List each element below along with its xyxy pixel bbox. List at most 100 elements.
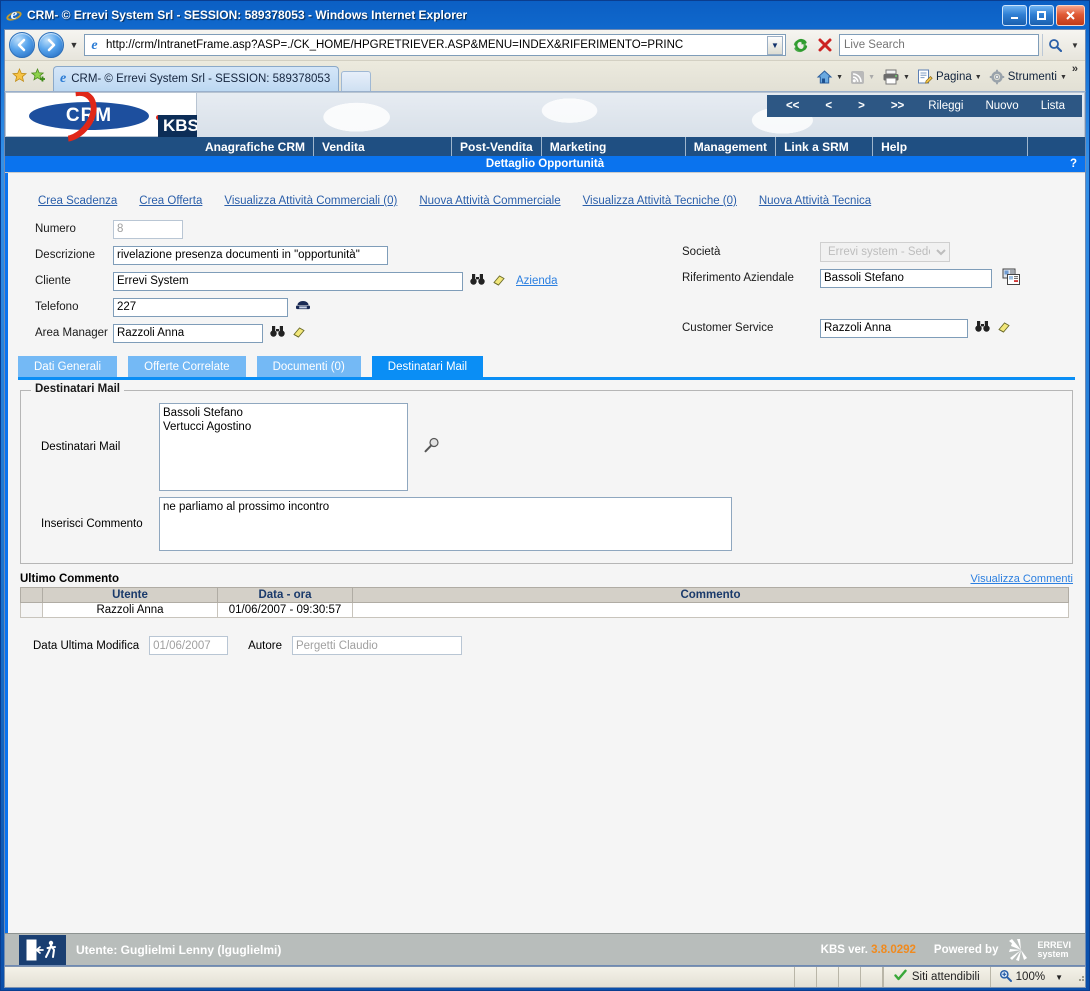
address-input[interactable]: e http://crm/IntranetFrame.asp?ASP=./CK_…: [84, 34, 786, 56]
link-crea-scadenza[interactable]: Crea Scadenza: [38, 195, 117, 207]
nav-last-button[interactable]: >>: [878, 100, 917, 112]
tab-destinatari-mail[interactable]: Destinatari Mail: [371, 356, 484, 377]
label-autore: Autore: [248, 639, 282, 652]
input-customer-service[interactable]: [820, 318, 968, 338]
eraser-clear-icon[interactable]: [491, 273, 506, 289]
textarea-destinatari-mail[interactable]: Bassoli Stefano Vertucci Agostino: [159, 403, 408, 491]
refresh-button[interactable]: [789, 34, 811, 56]
eraser-clear-icon[interactable]: [291, 325, 306, 341]
security-zone-text: Siti attendibili: [911, 971, 980, 983]
eraser-clear-icon[interactable]: [996, 320, 1011, 336]
binoculars-search-icon[interactable]: [270, 325, 285, 341]
zoom-control[interactable]: 100% ▼: [991, 969, 1071, 985]
tools-menu-button[interactable]: Strumenti ▼: [986, 67, 1070, 87]
window-title: CRM- © Errevi System Srl - SESSION: 5893…: [27, 8, 468, 22]
telephone-icon[interactable]: [295, 299, 311, 315]
stop-button[interactable]: [814, 34, 836, 56]
address-dropdown-icon[interactable]: ▼: [767, 35, 783, 55]
maximize-button[interactable]: [1029, 4, 1054, 26]
add-favorites-icon[interactable]: [30, 67, 46, 86]
menu-anagrafiche-crm[interactable]: Anagrafiche CRM: [197, 137, 315, 156]
tab-offerte-correlate[interactable]: Offerte Correlate: [128, 356, 257, 377]
search-dropdown-icon[interactable]: ▼: [1069, 41, 1081, 50]
close-button[interactable]: [1056, 4, 1085, 26]
binoculars-search-icon[interactable]: [470, 273, 485, 289]
link-crea-offerta[interactable]: Crea Offerta: [139, 195, 202, 207]
label-numero: Numero: [35, 223, 76, 235]
select-societa[interactable]: Errevi system - Sede: [820, 242, 950, 262]
menu-post-vendita[interactable]: Post-Vendita: [452, 137, 542, 156]
tab-favicon-icon: e: [60, 71, 67, 86]
reload-button[interactable]: Rileggi: [917, 100, 974, 112]
list-button[interactable]: Lista: [1030, 100, 1076, 112]
print-caret-icon[interactable]: ▼: [903, 74, 910, 81]
new-button[interactable]: Nuovo: [974, 100, 1029, 112]
link-azienda[interactable]: Azienda: [516, 275, 558, 287]
link-visualizza-attivita-tecniche[interactable]: Visualizza Attività Tecniche (0): [583, 195, 737, 207]
binoculars-search-icon[interactable]: [975, 320, 990, 336]
zoom-dropdown-icon[interactable]: ▼: [1055, 973, 1063, 982]
feeds-button[interactable]: ▼: [847, 68, 878, 87]
menu-vendita[interactable]: Vendita: [314, 137, 453, 156]
back-button[interactable]: [9, 32, 35, 58]
magnifier-lookup-icon[interactable]: [423, 437, 440, 457]
nav-prev-button[interactable]: <: [812, 100, 845, 112]
input-telefono[interactable]: [113, 297, 288, 317]
forward-button[interactable]: [38, 32, 64, 58]
page-caret-icon[interactable]: ▼: [975, 74, 982, 81]
menu-link-a-srm[interactable]: Link a SRM: [776, 137, 874, 156]
input-data-ultima-modifica[interactable]: [149, 636, 229, 655]
print-button[interactable]: ▼: [879, 67, 913, 87]
zoom-level-text: 100%: [1015, 971, 1046, 983]
link-visualizza-commenti[interactable]: Visualizza Commenti: [970, 573, 1073, 585]
security-zone[interactable]: Siti attendibili: [882, 967, 991, 987]
link-visualizza-attivita-commerciali[interactable]: Visualizza Attività Commerciali (0): [224, 195, 397, 207]
row-inserisci-commento: Inserisci Commento ne parliamo al prossi…: [31, 497, 1062, 551]
menu-marketing[interactable]: Marketing: [542, 137, 686, 156]
errevi-burst-icon: [1009, 938, 1028, 961]
input-autore[interactable]: [291, 636, 462, 655]
page-menu-button[interactable]: Pagina ▼: [914, 67, 985, 87]
field-area-manager: Area Manager: [8, 321, 668, 345]
input-riferimento-aziendale[interactable]: [820, 268, 992, 288]
search-box[interactable]: [839, 34, 1039, 56]
help-question-icon[interactable]: ?: [1070, 158, 1077, 170]
new-tab-button[interactable]: [341, 71, 372, 91]
menu-management[interactable]: Management: [686, 137, 777, 156]
command-bar: ▼ ▼ ▼ Pagina ▼ Strumenti ▼: [813, 67, 1072, 91]
menu-help[interactable]: Help: [873, 137, 1029, 156]
app-menu-bar: Anagrafiche CRM Vendita Post-Vendita Mar…: [5, 137, 1085, 156]
input-cliente[interactable]: [113, 271, 463, 291]
tab-dati-generali[interactable]: Dati Generali: [18, 356, 129, 377]
label-customer-service: Customer Service: [682, 322, 774, 334]
browser-tab[interactable]: e CRM- © Errevi System Srl - SESSION: 58…: [53, 66, 340, 91]
table-row[interactable]: Razzoli Anna 01/06/2007 - 09:30:57: [20, 602, 1069, 618]
tools-menu-label: Strumenti: [1007, 71, 1057, 83]
textarea-inserisci-commento[interactable]: ne parliamo al prossimo incontro: [159, 497, 732, 551]
home-caret-icon[interactable]: ▼: [836, 74, 843, 81]
field-customer-service: Customer Service: [668, 316, 1085, 340]
link-nuova-attivita-tecnica[interactable]: Nuova Attività Tecnica: [759, 195, 871, 207]
address-bar-row: ▼ e http://crm/IntranetFrame.asp?ASP=./C…: [5, 30, 1085, 60]
table-header-row: Utente Data - ora Commento: [20, 587, 1069, 603]
input-area-manager[interactable]: [113, 323, 263, 343]
recent-pages-dropdown-icon[interactable]: ▼: [67, 40, 81, 50]
exit-door-icon[interactable]: [19, 934, 66, 965]
minimize-button[interactable]: [1002, 4, 1027, 26]
input-descrizione[interactable]: [113, 245, 388, 265]
nav-first-button[interactable]: <<: [773, 100, 812, 112]
input-numero[interactable]: [113, 219, 183, 239]
contact-card-icon[interactable]: [1002, 268, 1022, 289]
resize-grip-icon[interactable]: [1075, 972, 1085, 982]
tools-caret-icon[interactable]: ▼: [1060, 74, 1067, 81]
nav-next-button[interactable]: >: [845, 100, 878, 112]
command-overflow-icon[interactable]: »: [1072, 63, 1081, 79]
search-go-button[interactable]: [1042, 34, 1066, 56]
link-nuova-attivita-commerciale[interactable]: Nuova Attività Commerciale: [419, 195, 560, 207]
home-button[interactable]: ▼: [813, 67, 846, 87]
tab-documenti[interactable]: Documenti (0): [256, 356, 372, 377]
col-utente: Utente: [42, 587, 218, 603]
favorites-star-icon[interactable]: [11, 67, 28, 86]
label-descrizione: Descrizione: [35, 249, 96, 261]
search-input[interactable]: [842, 38, 1036, 52]
